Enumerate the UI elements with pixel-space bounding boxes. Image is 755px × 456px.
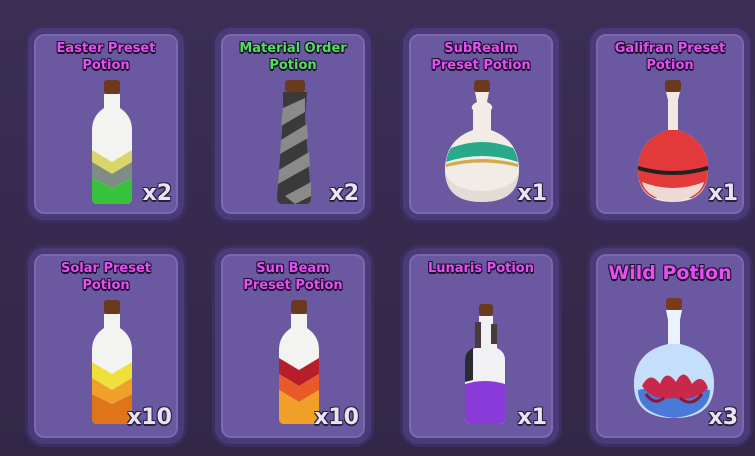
material-order-potion-bottle-icon bbox=[277, 80, 311, 204]
easter-potion-bottle-icon bbox=[92, 80, 132, 204]
galifran-potion-flask-icon bbox=[638, 80, 708, 202]
potion-name: SubRealm Preset Potion bbox=[431, 41, 531, 73]
potion-name: Solar Preset Potion bbox=[61, 261, 151, 293]
potion-card-galifran-preset[interactable]: Galifran Preset Potion x1 bbox=[590, 28, 750, 220]
potion-count: x1 bbox=[517, 405, 548, 430]
potion-name: Wild Potion bbox=[608, 262, 732, 284]
potion-count: x10 bbox=[314, 405, 359, 430]
potion-count: x10 bbox=[127, 405, 172, 430]
potion-count: x1 bbox=[517, 181, 548, 206]
lunaris-potion-bottle-icon bbox=[465, 304, 505, 424]
potion-card-lunaris[interactable]: Lunaris Potion x1 bbox=[403, 248, 559, 444]
potion-inventory-grid: Easter Preset Potion x2 Material Order P… bbox=[0, 0, 755, 456]
potion-count: x3 bbox=[708, 405, 739, 430]
potion-card-easter-preset[interactable]: Easter Preset Potion x2 bbox=[28, 28, 184, 220]
potion-count: x2 bbox=[329, 181, 360, 206]
potion-name: Material Order Potion bbox=[239, 41, 347, 73]
potion-name: Easter Preset Potion bbox=[56, 41, 156, 73]
potion-count: x2 bbox=[142, 181, 173, 206]
potion-card-material-order[interactable]: Material Order Potion x2 bbox=[215, 28, 371, 220]
potion-count: x1 bbox=[708, 181, 739, 206]
potion-card-wild[interactable]: Wild Potion x3 bbox=[590, 248, 750, 444]
potion-card-subrealm-preset[interactable]: SubRealm Preset Potion x1 bbox=[403, 28, 559, 220]
potion-name: Sun Beam Preset Potion bbox=[243, 261, 343, 293]
subrealm-potion-flask-icon bbox=[445, 80, 519, 202]
potion-name: Lunaris Potion bbox=[427, 261, 534, 276]
potion-name: Galifran Preset Potion bbox=[614, 41, 726, 73]
potion-card-solar-preset[interactable]: Solar Preset Potion x10 bbox=[28, 248, 184, 444]
potion-card-sun-beam-preset[interactable]: Sun Beam Preset Potion x10 bbox=[215, 248, 371, 444]
